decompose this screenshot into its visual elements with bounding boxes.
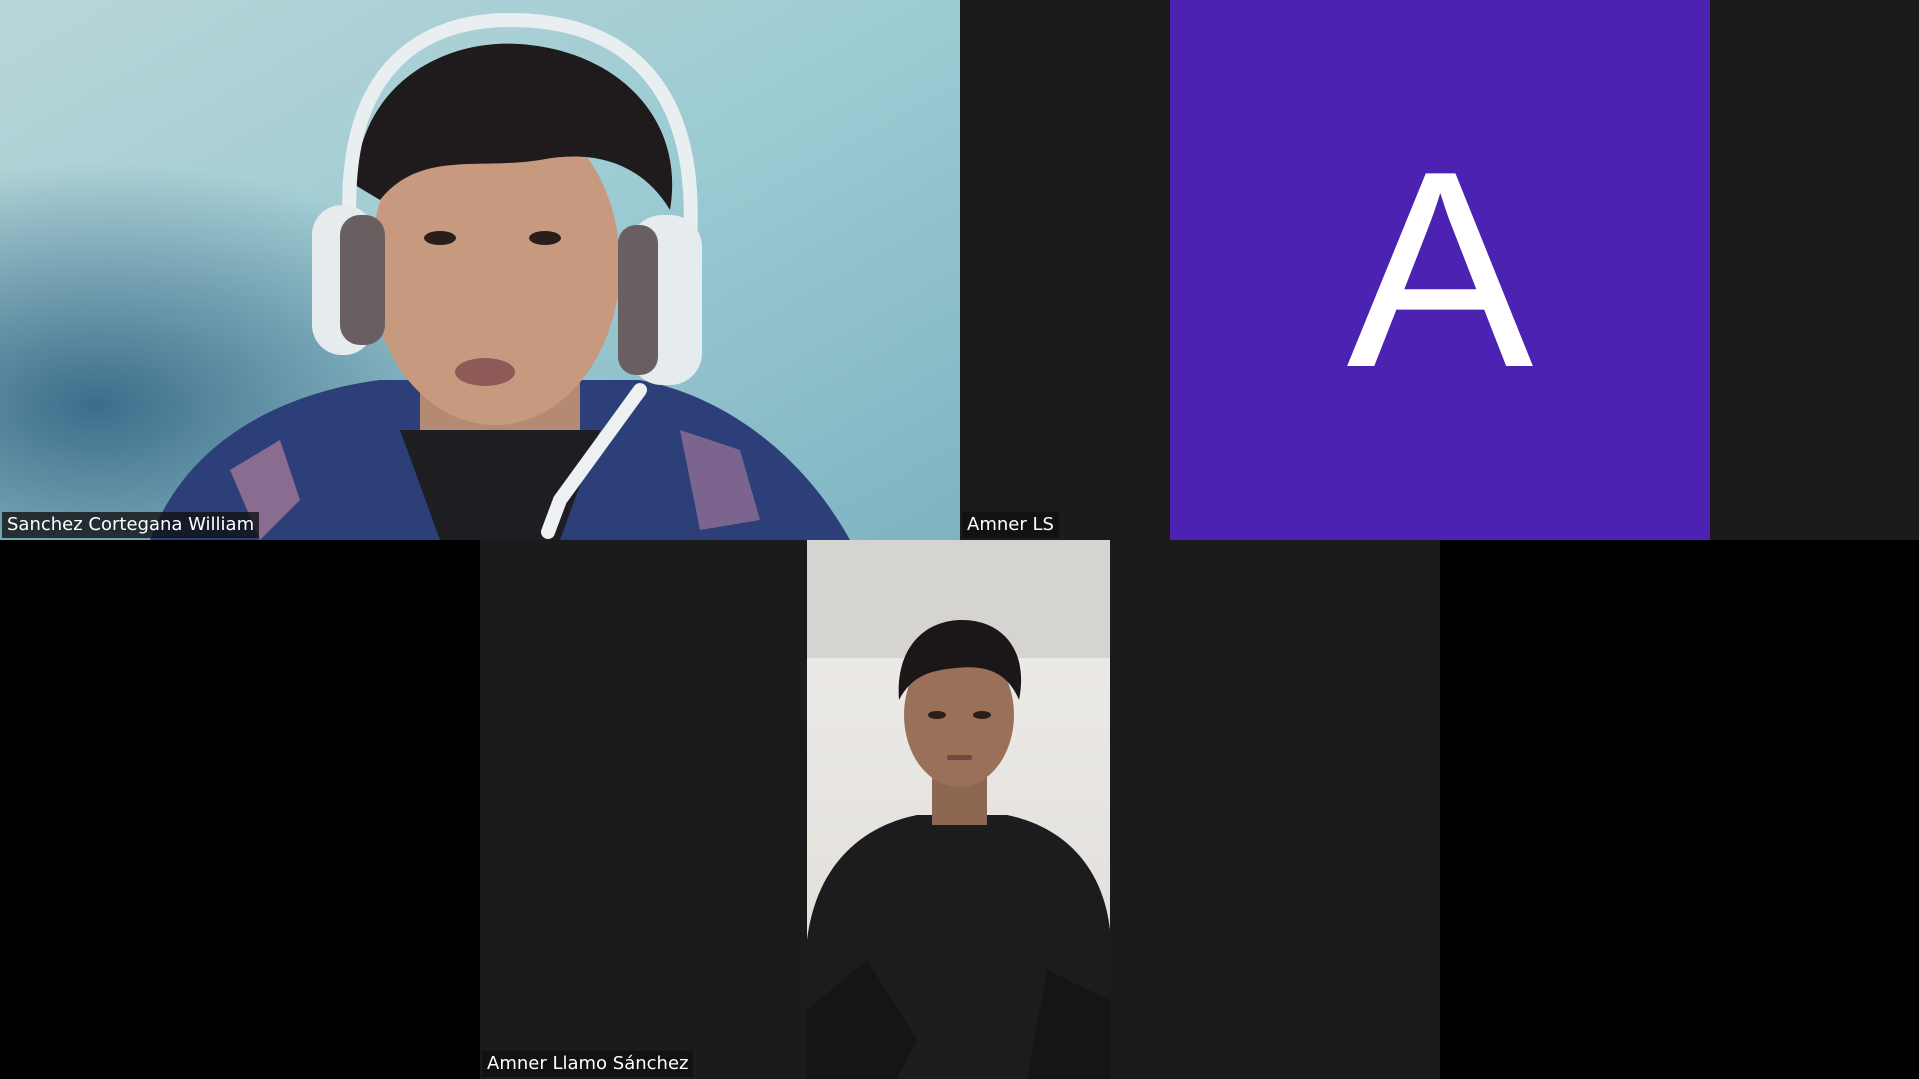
participant-name-label: Amner Llamo Sánchez [482,1051,694,1077]
participant-tile-amner-ls[interactable]: A Amner LS [960,0,1919,540]
participant-avatar: A [1170,0,1710,540]
video-frame-person-headset [0,0,960,540]
participant-tile-amner-llamo[interactable]: Amner Llamo Sánchez [480,540,1440,1079]
participant-video-sanchez [0,0,960,540]
video-frame-person-room [807,540,1110,1079]
participant-video-amner-llamo [807,540,1110,1079]
avatar-initial: A [1346,114,1534,426]
participant-name-label: Amner LS [962,512,1059,538]
participant-tile-sanchez[interactable]: Sanchez Cortegana William [0,0,960,540]
participant-name-label: Sanchez Cortegana William [2,512,260,538]
